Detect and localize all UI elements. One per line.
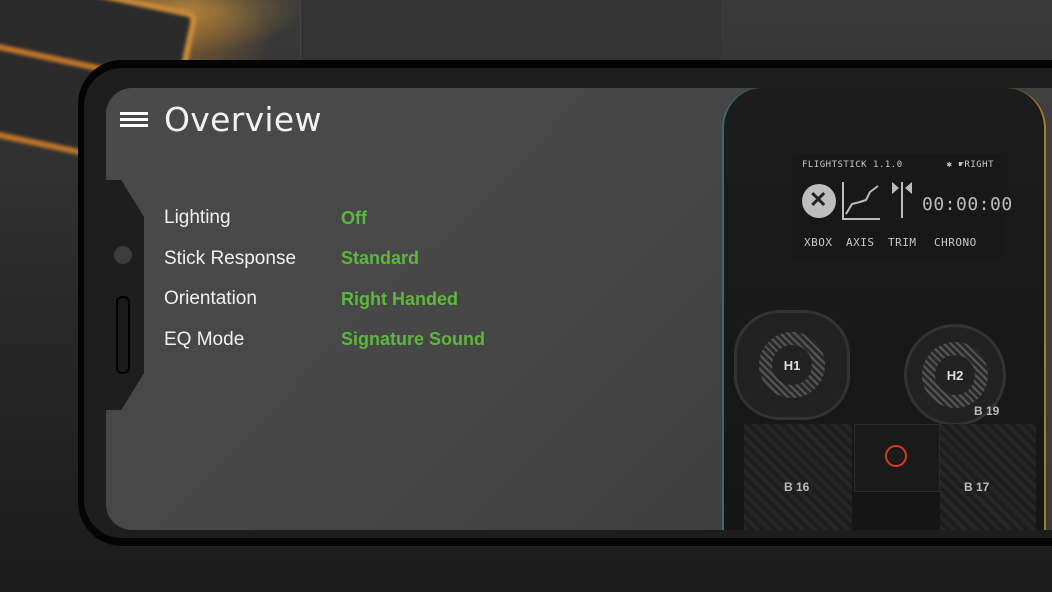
button-b19-label: B 19 [974, 404, 1000, 418]
setting-row-lighting[interactable]: Lighting Off [164, 198, 485, 239]
lcd-tab-xbox: XBOX [804, 236, 833, 249]
setting-label: Lighting [164, 207, 231, 229]
trim-icon [890, 180, 914, 220]
lcd-tab-axis: AXIS [846, 236, 875, 249]
front-camera [114, 246, 132, 264]
setting-value[interactable]: Standard [341, 248, 419, 269]
h1-label: H1 [772, 345, 812, 385]
h2-label: H2 [935, 355, 975, 395]
lcd-tab-trim: TRIM [888, 236, 917, 249]
axis-curve-icon [842, 182, 880, 220]
hamburger-menu-icon[interactable] [120, 112, 148, 128]
phone-bezel: FLIGHTSTICK 1.1.0 ✱ ☛RIGHT 00:00:00 XBOX… [84, 68, 1052, 538]
setting-label: Orientation [164, 288, 257, 310]
settings-list: Lighting Off Stick Response Standard Ori… [164, 198, 485, 360]
setting-row-eq-mode[interactable]: EQ Mode Signature Sound [164, 320, 485, 361]
lcd-status: ✱ ☛RIGHT [946, 160, 994, 170]
setting-label: Stick Response [164, 247, 297, 269]
setting-row-stick-response[interactable]: Stick Response Standard [164, 239, 485, 280]
lcd-display: FLIGHTSTICK 1.1.0 ✱ ☛RIGHT 00:00:00 XBOX… [792, 154, 1012, 258]
setting-label: EQ Mode [164, 328, 245, 350]
center-button [854, 424, 940, 492]
button-b17-label: B 17 [964, 480, 990, 494]
lcd-timer: 00:00:00 [922, 194, 1013, 215]
target-icon [880, 440, 912, 472]
phone-notch [106, 180, 144, 410]
xbox-icon [802, 184, 836, 218]
flightstick-body: FLIGHTSTICK 1.1.0 ✱ ☛RIGHT 00:00:00 XBOX… [722, 88, 1046, 530]
button-b16-label: B 16 [784, 480, 810, 494]
page-title: Overview [164, 100, 322, 139]
button-b17: B 17 [940, 424, 1036, 530]
flightstick-image: FLIGHTSTICK 1.1.0 ✱ ☛RIGHT 00:00:00 XBOX… [700, 88, 1052, 530]
phone-frame: FLIGHTSTICK 1.1.0 ✱ ☛RIGHT 00:00:00 XBOX… [78, 60, 1052, 546]
lcd-firmware: FLIGHTSTICK 1.1.0 [802, 160, 903, 170]
setting-row-orientation[interactable]: Orientation Right Handed [164, 279, 485, 320]
setting-value[interactable]: Right Handed [341, 289, 458, 310]
button-b16: B 16 [744, 424, 852, 530]
setting-value[interactable]: Signature Sound [341, 329, 485, 350]
app-screen: FLIGHTSTICK 1.1.0 ✱ ☛RIGHT 00:00:00 XBOX… [106, 88, 1052, 530]
earpiece-speaker [116, 296, 130, 374]
lcd-tab-chrono: CHRONO [934, 236, 977, 249]
hat-switch-h1: H1 [734, 310, 850, 420]
setting-value[interactable]: Off [341, 208, 367, 229]
